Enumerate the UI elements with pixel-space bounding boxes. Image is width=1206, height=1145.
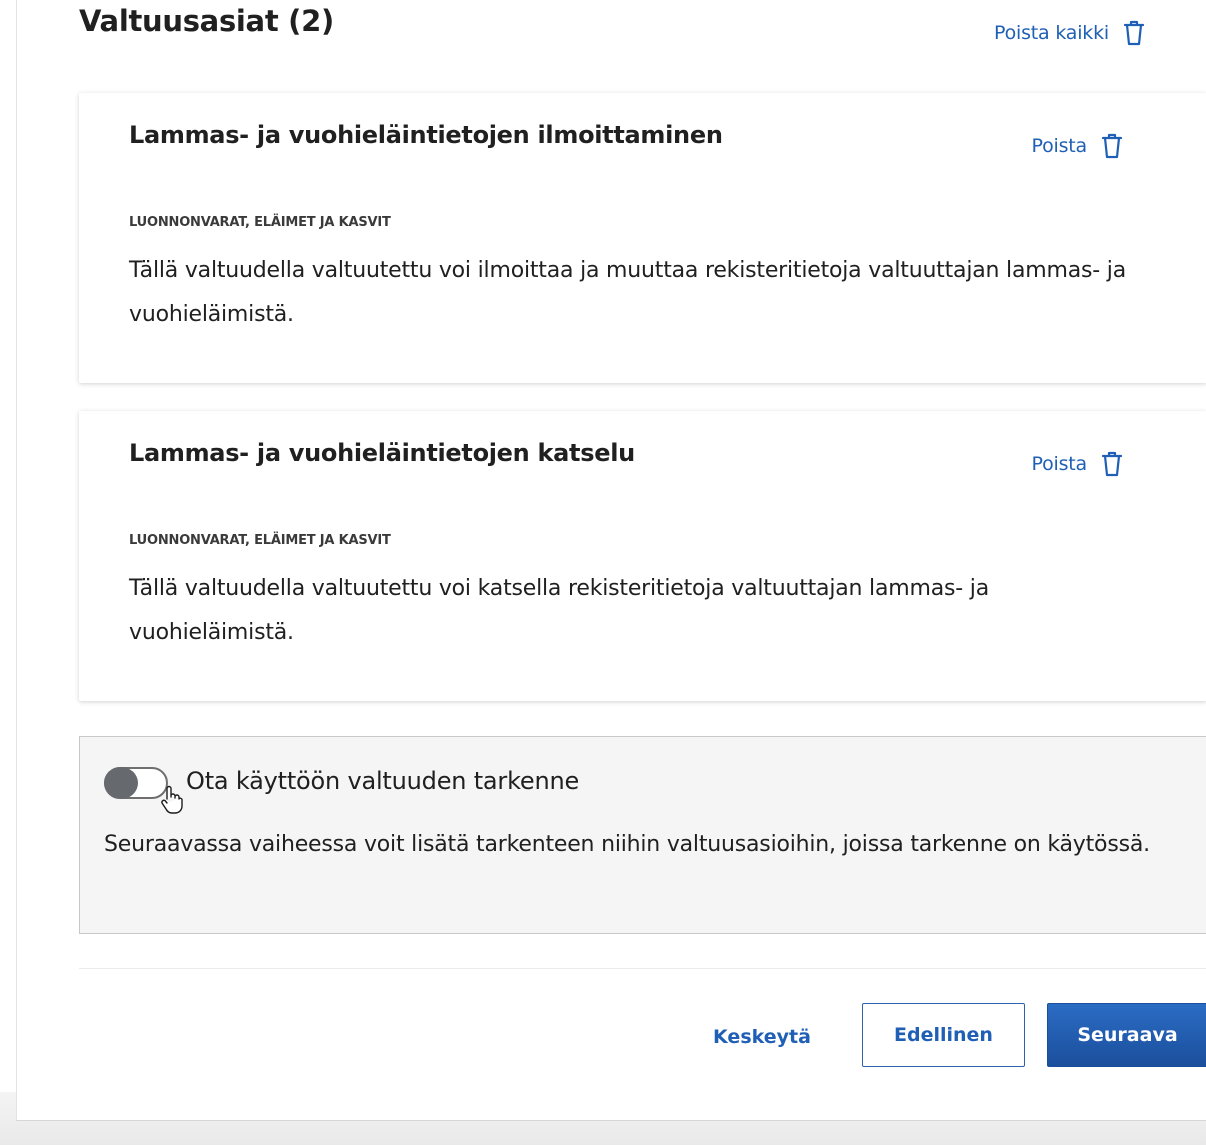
authorization-matters-panel: Valtuusasiat (2) Poista kaikki Lammas- j… bbox=[16, 0, 1206, 1121]
authorization-card: Lammas- ja vuohieläintietojen katselu Po… bbox=[79, 411, 1206, 701]
next-button[interactable]: Seuraava bbox=[1047, 1003, 1206, 1067]
section-title: Valtuusasiat (2) bbox=[79, 4, 334, 38]
card-title: Lammas- ja vuohieläintietojen katselu bbox=[129, 439, 635, 467]
remove-button[interactable]: Poista bbox=[1032, 451, 1123, 477]
card-description: Tällä valtuudella valtuutettu voi katsel… bbox=[129, 576, 989, 645]
card-category: LUONNONVARAT, ELÄIMET JA KASVIT bbox=[129, 215, 391, 230]
hand-cursor-icon bbox=[160, 785, 184, 815]
cancel-button[interactable]: Keskeytä bbox=[707, 1020, 817, 1054]
refinement-box: Ota käyttöön valtuuden tarkenne Seuraava… bbox=[79, 736, 1206, 934]
footer-divider bbox=[79, 968, 1206, 969]
remove-all-button[interactable]: Poista kaikki bbox=[994, 20, 1145, 46]
refinement-toggle[interactable] bbox=[104, 767, 168, 799]
remove-button[interactable]: Poista bbox=[1032, 133, 1123, 159]
card-description: Tällä valtuudella valtuutettu voi ilmoit… bbox=[129, 258, 1126, 327]
remove-label: Poista bbox=[1031, 135, 1088, 157]
remove-all-label: Poista kaikki bbox=[994, 22, 1109, 44]
refinement-toggle-label[interactable]: Ota käyttöön valtuuden tarkenne bbox=[186, 767, 579, 795]
previous-button[interactable]: Edellinen bbox=[862, 1003, 1025, 1067]
trash-icon bbox=[1101, 133, 1123, 159]
remove-label: Poista bbox=[1031, 453, 1088, 475]
authorization-card: Lammas- ja vuohieläintietojen ilmoittami… bbox=[79, 93, 1206, 383]
card-title: Lammas- ja vuohieläintietojen ilmoittami… bbox=[129, 121, 723, 149]
trash-icon bbox=[1123, 20, 1145, 46]
toggle-knob bbox=[104, 767, 138, 799]
refinement-description: Seuraavassa vaiheessa voit lisätä tarken… bbox=[104, 832, 1150, 857]
trash-icon bbox=[1101, 451, 1123, 477]
card-category: LUONNONVARAT, ELÄIMET JA KASVIT bbox=[129, 533, 391, 548]
